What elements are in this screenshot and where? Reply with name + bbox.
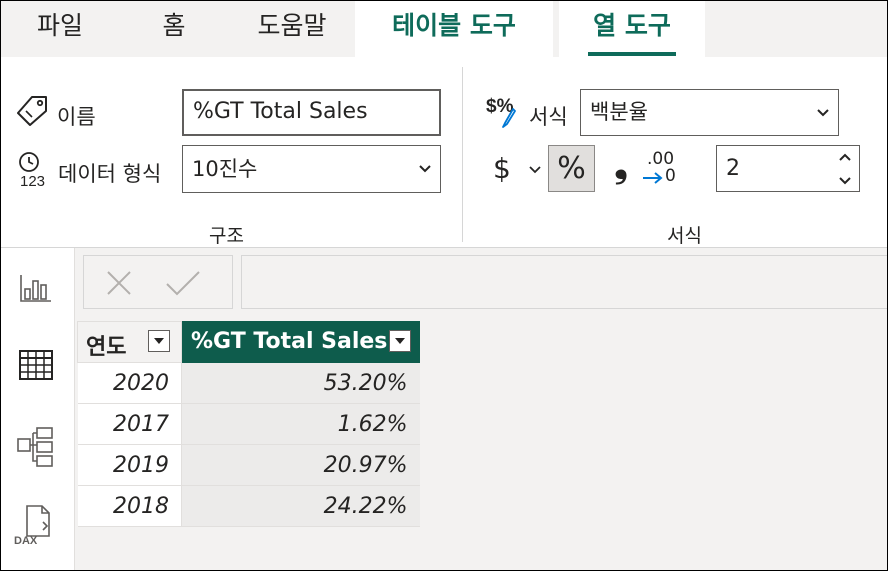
percent-format-button[interactable]: %: [548, 145, 595, 192]
column-header-label: %GT Total Sales: [191, 329, 388, 354]
sales-cell[interactable]: 24.22%: [181, 485, 420, 527]
year-cell[interactable]: 2019: [77, 444, 182, 486]
format-label: 서식: [529, 105, 568, 129]
chevron-down-icon: [419, 165, 431, 173]
sales-cell[interactable]: 53.20%: [181, 362, 420, 404]
tab-column-tools[interactable]: 열 도구: [559, 1, 705, 57]
formatting-group-label: 서식: [667, 225, 702, 247]
dax-label: DAX: [14, 535, 38, 547]
column-name-input[interactable]: %GT Total Sales: [182, 89, 441, 136]
spin-up-icon[interactable]: [837, 151, 853, 163]
svg-text:123: 123: [20, 173, 45, 188]
sales-cell[interactable]: 1.62%: [181, 403, 420, 445]
cancel-formula-icon[interactable]: [104, 268, 134, 298]
filter-dropdown-icon[interactable]: [148, 330, 170, 352]
data-table: 연도 %GT Total Sales 2020 53.20% 2017 1.62…: [77, 321, 420, 527]
tag-icon: [17, 96, 47, 126]
column-header-gt-total-sales[interactable]: %GT Total Sales: [181, 321, 420, 363]
year-cell[interactable]: 2020: [77, 362, 182, 404]
decrease-decimal-button[interactable]: .00 0: [641, 149, 679, 193]
spin-down-icon[interactable]: [837, 175, 853, 187]
tab-column-tools-label: 열 도구: [593, 11, 671, 40]
power-bi-window: 파일 홈 도움말 테이블 도구 열 도구 이름 %GT Total Sales …: [0, 0, 888, 571]
data-type-value: 10진수: [192, 157, 258, 181]
table-row: 2018 24.22%: [77, 485, 420, 527]
data-type-dropdown[interactable]: 10진수: [182, 145, 441, 193]
comma-style-button[interactable]: ❟: [603, 147, 639, 191]
arrow-right-icon: [643, 172, 663, 184]
commit-formula-icon[interactable]: [164, 268, 202, 298]
comma-symbol: ❟: [614, 146, 628, 186]
column-header-label: 연도: [86, 335, 127, 360]
model-view-icon[interactable]: [11, 420, 61, 470]
chevron-down-icon: [817, 108, 829, 116]
tab-home[interactable]: 홈: [119, 1, 229, 57]
currency-symbol: $: [493, 152, 511, 185]
data-type-label: 데이터 형식: [58, 162, 162, 186]
active-tab-indicator: [588, 52, 676, 56]
structure-group-label: 구조: [209, 225, 244, 247]
year-cell[interactable]: 2018: [77, 485, 182, 527]
ribbon-tab-bar: 파일 홈 도움말 테이블 도구 열 도구: [1, 1, 887, 57]
decimal-icon-bottom: 0: [665, 166, 676, 186]
percent-symbol: %: [557, 151, 586, 186]
tab-table-tools[interactable]: 테이블 도구: [355, 1, 553, 57]
data-type-icon: 123: [19, 152, 45, 188]
formula-actions: [83, 255, 233, 309]
table-row: 2019 20.97%: [77, 444, 420, 486]
tab-file[interactable]: 파일: [1, 1, 119, 57]
sales-cell[interactable]: 20.97%: [181, 444, 420, 486]
filter-dropdown-icon[interactable]: [389, 330, 411, 352]
data-view-icon[interactable]: [11, 340, 61, 390]
formula-bar[interactable]: [241, 255, 887, 309]
table-row: 2017 1.62%: [77, 403, 420, 445]
view-rail: DAX: [1, 248, 75, 570]
name-label: 이름: [57, 105, 96, 129]
dax-query-view-icon[interactable]: DAX: [11, 500, 61, 550]
tab-help[interactable]: 도움말: [229, 1, 355, 57]
format-dropdown[interactable]: 백분율: [580, 89, 839, 136]
year-cell[interactable]: 2017: [77, 403, 182, 445]
report-view-icon[interactable]: [11, 263, 61, 313]
currency-format-button[interactable]: $: [489, 147, 547, 191]
format-value: 백분율: [590, 100, 648, 124]
data-view-area: 연도 %GT Total Sales 2020 53.20% 2017 1.62…: [75, 248, 887, 570]
table-row: 2020 53.20%: [77, 362, 420, 404]
chevron-down-icon: [529, 166, 541, 174]
ribbon-panel: 이름 %GT Total Sales 123 데이터 형식 10진수 구조 $%…: [1, 57, 887, 248]
format-icon: $%: [486, 96, 516, 128]
column-header-year[interactable]: 연도: [77, 321, 182, 363]
tab-table-tools-label: 테이블 도구: [392, 11, 516, 40]
group-separator: [462, 67, 463, 242]
decimal-places-value: 2: [726, 156, 740, 181]
